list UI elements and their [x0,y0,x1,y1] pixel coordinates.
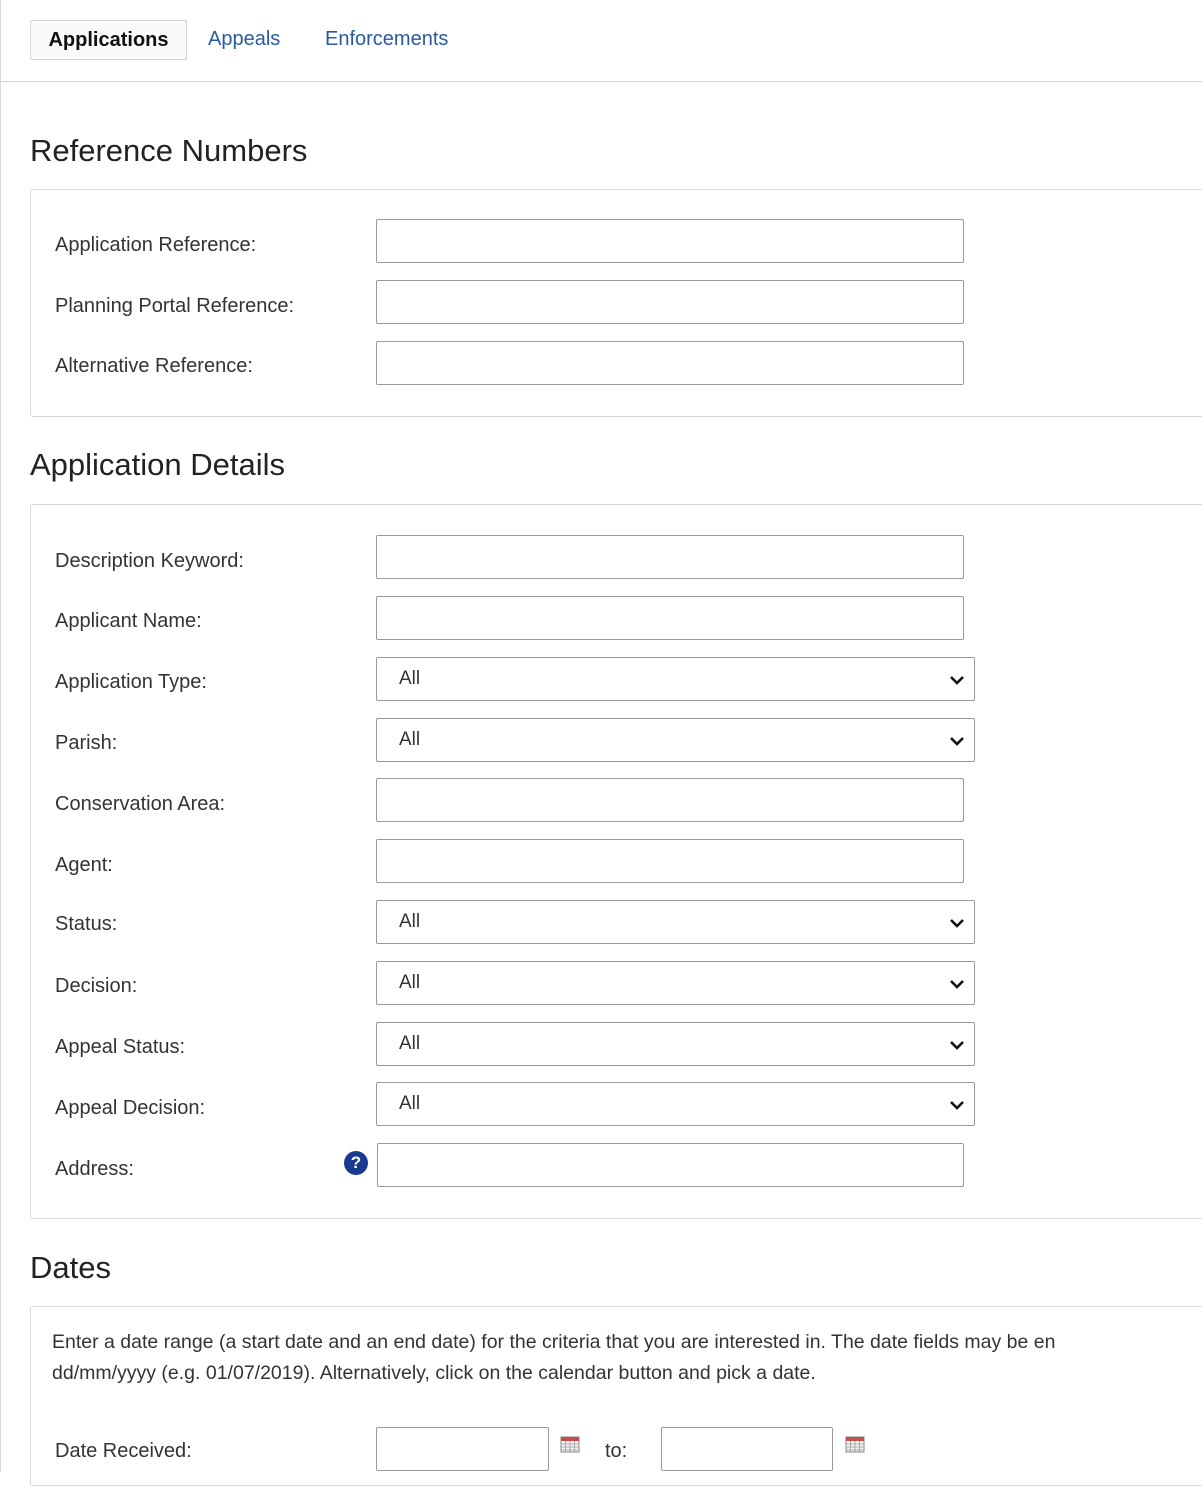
application-type-selected: All [399,668,421,689]
conservation-area-label: Conservation Area: [55,793,226,815]
chevron-down-icon [950,919,964,928]
decision-selected: All [399,972,421,993]
applicant-name-label: Applicant Name: [55,610,202,632]
address-input[interactable] [377,1143,964,1187]
decision-select[interactable]: All [376,961,975,1005]
planning-portal-reference-label: Planning Portal Reference: [55,295,295,317]
question-circle-icon[interactable]: ? [344,1151,368,1175]
reference-numbers-heading: Reference Numbers [30,133,308,168]
status-select[interactable]: All [376,900,975,944]
status-label: Status: [55,913,118,935]
chevron-down-icon [950,980,964,989]
application-reference-input[interactable] [376,219,964,263]
description-keyword-label: Description Keyword: [55,550,244,572]
appeal-decision-label: Appeal Decision: [55,1097,206,1119]
appeal-status-selected: All [399,1033,421,1054]
parish-select[interactable]: All [376,718,975,762]
appeal-status-label: Appeal Status: [55,1036,186,1058]
application-type-label: Application Type: [55,671,207,693]
tab-applications[interactable]: Applications [30,20,187,60]
description-keyword-input[interactable] [376,535,964,579]
alternative-reference-label: Alternative Reference: [55,355,253,377]
address-label: Address: [55,1158,134,1180]
application-reference-label: Application Reference: [55,234,257,256]
search-page: Applications Appeals Enforcements Refere… [0,0,1202,1486]
status-selected: All [399,911,421,932]
calendar-icon[interactable] [560,1436,580,1453]
date-received-label: Date Received: [55,1440,192,1462]
dates-instructions-line-1: Enter a date range (a start date and an … [52,1331,1056,1353]
appeal-decision-select[interactable]: All [376,1082,975,1126]
date-received-from-input[interactable] [376,1427,549,1471]
parish-label: Parish: [55,732,118,754]
dates-heading: Dates [30,1250,111,1285]
date-received-to-label: to: [605,1440,628,1462]
applicant-name-input[interactable] [376,596,964,640]
dates-instructions-line-2: dd/mm/yyyy (e.g. 01/07/2019). Alternativ… [52,1362,816,1384]
appeal-decision-selected: All [399,1093,421,1114]
tab-appeals[interactable]: Appeals [208,20,280,60]
chevron-down-icon [950,737,964,746]
chevron-down-icon [950,1101,964,1110]
alternative-reference-input[interactable] [376,341,964,385]
agent-label: Agent: [55,854,113,876]
chevron-down-icon [950,1041,964,1050]
decision-label: Decision: [55,975,138,997]
conservation-area-input[interactable] [376,778,964,822]
appeal-status-select[interactable]: All [376,1022,975,1066]
parish-selected: All [399,729,421,750]
date-received-to-input[interactable] [661,1427,833,1471]
application-details-heading: Application Details [30,447,286,482]
tab-enforcements[interactable]: Enforcements [325,20,448,60]
planning-portal-reference-input[interactable] [376,280,964,324]
calendar-icon[interactable] [845,1436,865,1453]
search-tabs: Applications Appeals Enforcements [1,0,1202,82]
application-type-select[interactable]: All [376,657,975,701]
agent-input[interactable] [376,839,964,883]
chevron-down-icon [950,676,964,685]
